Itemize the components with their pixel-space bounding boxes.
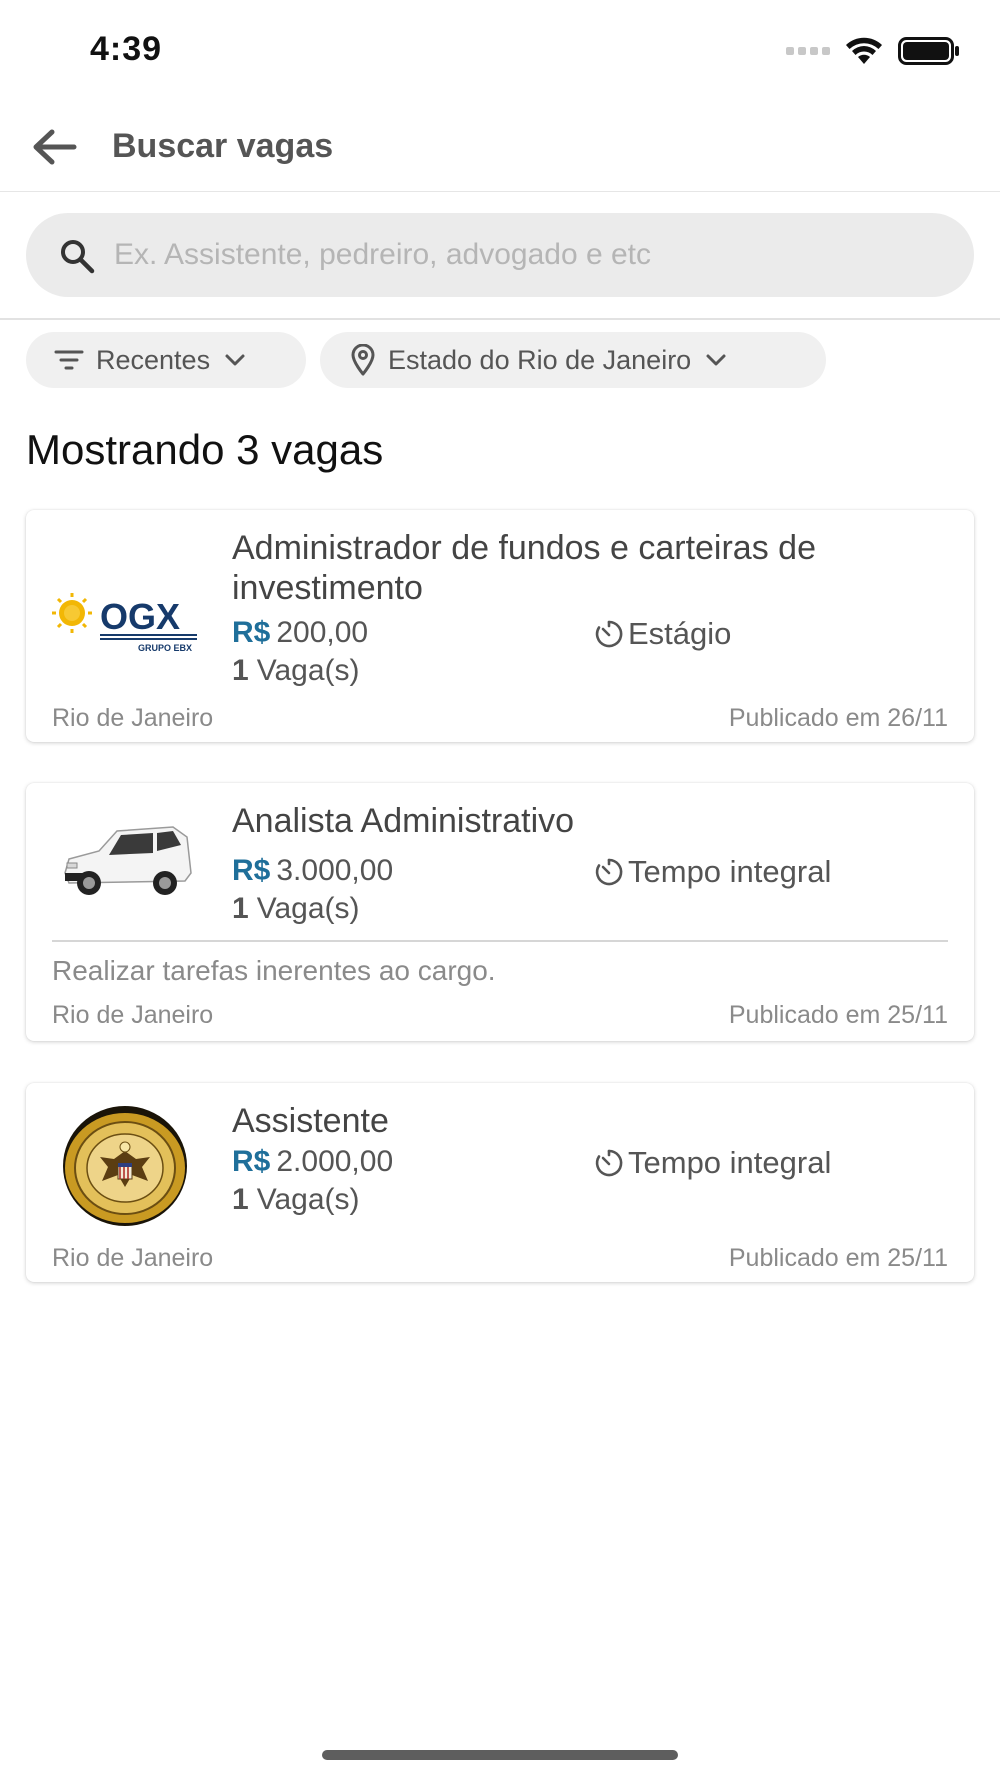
status-bar: 4:39 <box>0 0 1000 100</box>
job-salary: R$ 200,00 <box>232 616 368 650</box>
timer-icon <box>595 858 623 886</box>
search-area <box>0 192 1000 320</box>
job-title: Administrador de fundos e carteiras de i… <box>232 529 816 607</box>
chevron-down-icon <box>224 353 246 367</box>
timer-icon <box>595 1149 623 1177</box>
app-header: Buscar vagas <box>0 100 1000 192</box>
card-divider <box>52 940 948 942</box>
job-vacancies: 1 Vaga(s) <box>232 1183 360 1217</box>
ogx-logo-text: OGX <box>100 596 180 637</box>
location-pin-icon <box>350 344 376 376</box>
vacancies-label: Vaga(s) <box>256 1183 360 1216</box>
currency-label: R$ <box>232 616 271 649</box>
job-card[interactable]: OGX GRUPO EBX Administrador de fundos e … <box>26 510 974 742</box>
job-type-label: Estágio <box>628 616 732 651</box>
arrow-left-icon <box>33 129 77 165</box>
results-count: Mostrando 3 vagas <box>26 426 384 473</box>
status-time: 4:39 <box>90 30 163 68</box>
job-type-label: Tempo integral <box>628 1145 832 1180</box>
job-salary: R$ 3.000,00 <box>232 854 393 888</box>
job-title: Analista Administrativo <box>232 802 575 840</box>
status-icons <box>786 36 960 66</box>
vacancies-count: 1 <box>232 1183 249 1216</box>
filter-list-icon <box>54 348 84 372</box>
job-card[interactable]: Analista Administrativo R$ 3.000,00 Tempo… <box>26 783 974 1041</box>
job-vacancies: 1 Vaga(s) <box>232 892 360 926</box>
ogx-logo: OGX GRUPO EBX <box>50 560 200 686</box>
vacancies-count: 1 <box>232 892 249 925</box>
salary-value: 200,00 <box>276 616 369 649</box>
vacancies-count: 1 <box>232 654 249 687</box>
job-card[interactable]: Assistente R$ 2.000,00 Tempo integral 1 Va… <box>26 1083 974 1282</box>
sort-filter-label: Recentes <box>96 344 211 375</box>
currency-label: R$ <box>232 854 271 887</box>
search-box[interactable] <box>26 213 974 297</box>
page-title: Buscar vagas <box>112 127 334 165</box>
currency-label: R$ <box>232 1145 271 1178</box>
job-type: Tempo integral <box>594 854 831 890</box>
signal-icon <box>786 47 830 55</box>
home-indicator[interactable] <box>322 1750 678 1760</box>
search-icon <box>61 240 95 274</box>
search-input[interactable] <box>114 213 954 297</box>
job-location: Rio de Janeiro <box>52 704 214 732</box>
job-published-date: Publicado em 25/11 <box>728 1244 948 1272</box>
timer-icon <box>595 620 623 648</box>
job-title: Assistente <box>232 1102 389 1140</box>
job-salary: R$ 2.000,00 <box>232 1145 393 1179</box>
white-van-photo <box>50 797 200 923</box>
battery-icon <box>898 37 959 65</box>
sort-filter-chip[interactable]: Recentes <box>26 332 306 388</box>
great-seal-emblem <box>50 1103 200 1229</box>
job-type: Tempo integral <box>594 1145 831 1181</box>
salary-value: 2.000,00 <box>276 1145 394 1178</box>
job-description: Realizar tarefas inerentes ao cargo. <box>52 955 496 986</box>
chevron-down-icon <box>705 353 727 367</box>
job-vacancies: 1 Vaga(s) <box>232 654 360 688</box>
job-location: Rio de Janeiro <box>52 1244 214 1272</box>
back-button[interactable] <box>26 122 82 172</box>
location-filter-chip[interactable]: Estado do Rio de Janeiro <box>320 332 826 388</box>
job-location: Rio de Janeiro <box>52 1001 214 1029</box>
salary-value: 3.000,00 <box>276 854 394 887</box>
vacancies-label: Vaga(s) <box>256 892 360 925</box>
location-filter-label: Estado do Rio de Janeiro <box>388 344 692 375</box>
wifi-icon <box>846 37 882 64</box>
ogx-logo-subtext: GRUPO EBX <box>138 643 192 653</box>
job-type-label: Tempo integral <box>628 854 832 889</box>
vacancies-label: Vaga(s) <box>256 654 360 687</box>
job-published-date: Publicado em 25/11 <box>728 1001 948 1029</box>
job-published-date: Publicado em 26/11 <box>728 704 948 732</box>
job-type: Estágio <box>594 616 731 652</box>
